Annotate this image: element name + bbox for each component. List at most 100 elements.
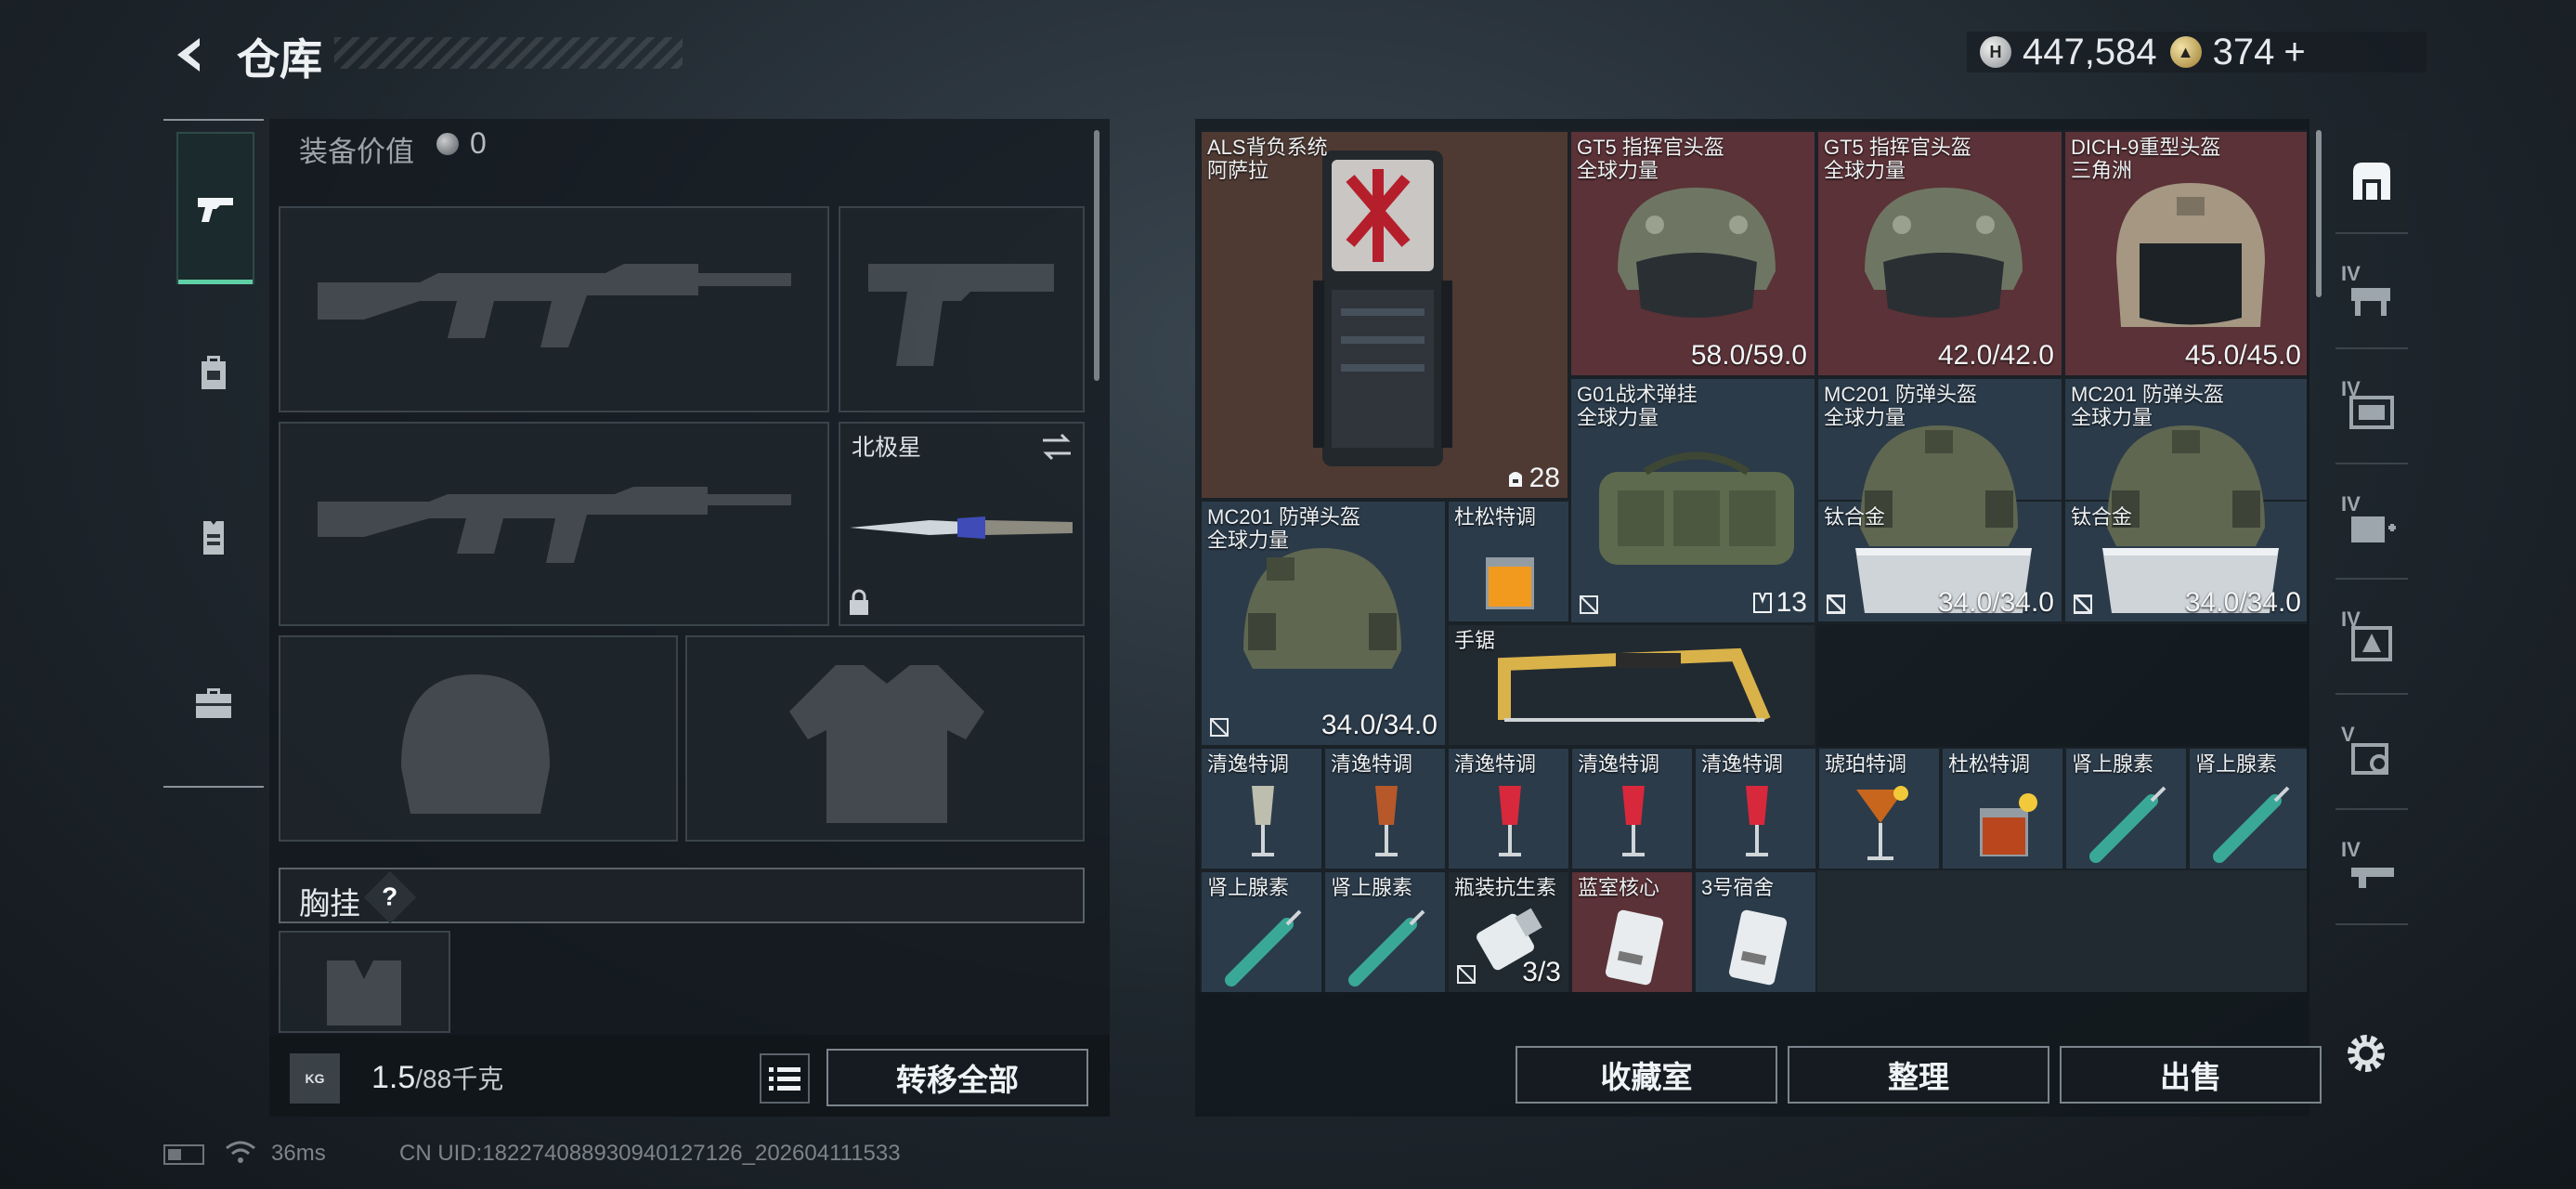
item-faction: 全球力量 — [1207, 529, 1290, 552]
item-keycard[interactable]: 3号宿舍 — [1694, 870, 1817, 992]
collection-room-button[interactable]: 收藏室 — [1516, 1046, 1777, 1104]
knife-icon — [850, 516, 1073, 539]
item-name: MC201 防弹头盔 — [1207, 505, 1361, 529]
tab-case[interactable] — [176, 628, 251, 777]
item-name: GT5 指挥官头盔 — [1577, 136, 1724, 159]
item-helmet[interactable]: GT5 指挥官头盔 全球力量 42.0/42.0 — [1816, 130, 2063, 377]
sort-button[interactable]: 整理 — [1788, 1046, 2049, 1104]
syringe-icon — [1225, 909, 1302, 986]
item-name: 清逸特调 — [1454, 752, 1537, 776]
item-name: 杜松特调 — [1454, 505, 1537, 529]
body-armor-slot[interactable] — [685, 635, 1085, 842]
filter-level: V — [2341, 723, 2355, 746]
primary-weapon-slot[interactable] — [279, 206, 829, 412]
item-count: 13 — [1752, 587, 1807, 619]
filter-firearm-bench[interactable]: IV — [2335, 821, 2408, 925]
capacity-icon — [1752, 593, 1772, 613]
item-durability: 58.0/59.0 — [1690, 340, 1807, 371]
item-durability: 34.0/34.0 — [1321, 710, 1438, 740]
syringe-icon — [1348, 909, 1425, 986]
back-button[interactable] — [163, 28, 218, 82]
list-view-button[interactable] — [760, 1053, 810, 1104]
item-medical[interactable]: 肾上腺素 — [2064, 747, 2188, 870]
item-keycard[interactable]: 蓝室核心 — [1570, 870, 1694, 992]
item-count: 28 — [1505, 463, 1560, 494]
vest-silhouette-icon — [327, 960, 401, 1026]
transfer-all-button[interactable]: 转移全部 — [826, 1049, 1088, 1106]
tab-weapons[interactable] — [176, 132, 254, 284]
filter-control-room[interactable]: V — [2335, 706, 2408, 810]
equipment-category-tabs — [163, 119, 264, 788]
item-helmet[interactable]: GT5 指挥官头盔 全球力量 58.0/59.0 — [1569, 130, 1816, 377]
help-button[interactable]: ? — [363, 870, 417, 924]
tab-chest-rig[interactable] — [176, 463, 251, 611]
item-cocktail[interactable]: 杜松特调 — [1941, 747, 2064, 870]
item-name: 3号宿舍 — [1701, 876, 1775, 899]
filter-armor-bench[interactable]: IV — [2335, 591, 2408, 695]
item-name: 清逸特调 — [1578, 752, 1660, 776]
keycard-icon — [1605, 909, 1664, 986]
title-decoration — [334, 37, 683, 69]
item-hand-saw[interactable]: 手锯 — [1447, 623, 1816, 747]
tab-backpack[interactable] — [176, 297, 251, 446]
silver-coin-icon: H — [1980, 36, 2011, 68]
settings-gear-icon[interactable] — [2342, 1029, 2390, 1078]
item-medical[interactable]: 肾上腺素 — [2188, 747, 2307, 870]
item-faction: 三角洲 — [2071, 159, 2133, 182]
item-helmet[interactable]: MC201 防弹头盔 全球力量 34.0/34.0 — [1200, 500, 1447, 747]
item-backpack[interactable]: ALS背负系统 阿萨拉 28 — [1200, 130, 1569, 500]
weight-current: 1.5 — [371, 1060, 416, 1095]
helmet-slot[interactable] — [279, 635, 678, 842]
chest-rig-header: 胸挂 ? — [279, 868, 1085, 924]
swap-icon[interactable] — [1039, 431, 1074, 463]
whisky-glass-icon — [1980, 793, 2037, 856]
item-cocktail[interactable]: 清逸特调 — [1200, 747, 1323, 870]
rifle-silhouette-icon — [318, 487, 791, 563]
item-chest-rig[interactable]: G01战术弹挂 全球力量 13 — [1569, 377, 1816, 624]
back-arrow-icon — [177, 38, 200, 72]
silver-amount: 447,584 — [2023, 31, 2157, 72]
item-name: MC201 防弹头盔 — [2071, 383, 2225, 406]
chest-rig-label: 胸挂 — [299, 886, 360, 921]
hacksaw-icon — [1498, 647, 1771, 723]
filter-medical-station[interactable]: IV — [2335, 476, 2408, 580]
item-cocktail[interactable]: 清逸特调 — [1694, 747, 1817, 870]
item-faction: 全球力量 — [1577, 159, 1659, 182]
keycard-icon — [1728, 909, 1788, 986]
item-medical[interactable]: 肾上腺素 — [1323, 870, 1447, 992]
item-faction: 阿萨拉 — [1207, 159, 1269, 182]
item-cocktail[interactable]: 杜松特调 — [1447, 500, 1570, 623]
item-cocktail[interactable]: 清逸特调 — [1447, 747, 1570, 870]
sell-button[interactable]: 出售 — [2060, 1046, 2322, 1104]
add-gold-button[interactable]: + — [2283, 32, 2305, 73]
melee-name: 北极星 — [852, 435, 922, 461]
item-name: 清逸特调 — [1701, 752, 1784, 776]
melee-slot[interactable]: 北极星 — [839, 422, 1085, 626]
item-cocktail[interactable]: 琥珀特调 — [1817, 747, 1941, 870]
battery-icon — [163, 1144, 204, 1165]
whisky-glass-icon — [1486, 557, 1534, 609]
filter-workbench[interactable]: IV — [2335, 245, 2408, 349]
filter-level: IV — [2341, 262, 2361, 285]
backpack-icon — [202, 356, 226, 389]
item-faction: 全球力量 — [1824, 159, 1906, 182]
chest-rig-slot[interactable] — [279, 931, 450, 1033]
item-cocktail[interactable]: 清逸特调 — [1570, 747, 1694, 870]
equipment-scrollbar[interactable] — [1094, 130, 1099, 381]
item-name: 蓝室核心 — [1578, 876, 1660, 899]
storage-scrollbar[interactable] — [2316, 130, 2322, 297]
item-name: DICH-9重型头盔 — [2071, 136, 2221, 159]
item-name: 钛合金 — [1824, 505, 1886, 529]
secondary-weapon-slot[interactable] — [279, 422, 829, 626]
item-name: 瓶装抗生素 — [1454, 876, 1557, 899]
item-helmet[interactable]: DICH-9重型头盔 三角洲 45.0/45.0 — [2063, 130, 2307, 377]
pistol-slot[interactable] — [839, 206, 1085, 412]
item-cocktail[interactable]: 清逸特调 — [1323, 747, 1447, 870]
item-medical[interactable]: 肾上腺素 — [1200, 870, 1323, 992]
item-medical[interactable]: 瓶装抗生素 3/3 — [1447, 870, 1570, 992]
filter-all-storage[interactable] — [2335, 130, 2408, 234]
backpack-art-icon — [1313, 150, 1452, 466]
filter-tech-center[interactable]: IV — [2335, 360, 2408, 464]
item-name: 清逸特调 — [1331, 752, 1413, 776]
item-name: 杜松特调 — [1948, 752, 2031, 776]
